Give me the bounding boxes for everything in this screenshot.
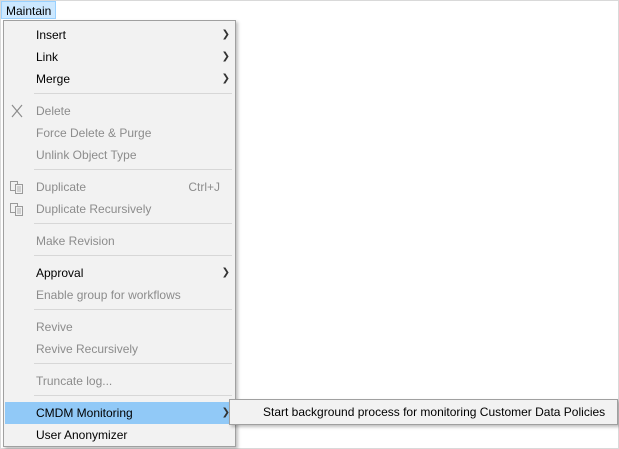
menu-item-delete-label: Delete	[36, 104, 71, 118]
menu-item-revive-recursively[interactable]: Revive Recursively	[5, 338, 234, 360]
menu-item-unlink-object-type[interactable]: Unlink Object Type	[5, 144, 234, 166]
copy-icon	[10, 203, 23, 216]
chevron-right-icon: ❯	[221, 29, 230, 40]
menu-item-force-delete-label: Force Delete & Purge	[36, 126, 152, 140]
menu-item-cmdm-monitoring-label: CMDM Monitoring	[36, 406, 133, 420]
chevron-right-icon: ❯	[221, 51, 230, 62]
menu-item-approval-label: Approval	[36, 266, 84, 280]
menu-item-insert-label: Insert	[36, 28, 67, 42]
menu-item-delete[interactable]: Delete	[5, 100, 234, 122]
chevron-right-icon: ❯	[221, 73, 230, 84]
menu-separator	[34, 363, 232, 364]
menu-item-revive-label: Revive	[36, 320, 73, 334]
submenu-item-start-background-process[interactable]: Start background process for monitoring …	[230, 400, 617, 424]
menu-separator	[34, 255, 232, 256]
menu-item-enable-group-label: Enable group for workflows	[36, 288, 181, 302]
menu-separator	[34, 395, 232, 396]
menu-item-user-anonymizer-label: User Anonymizer	[36, 428, 128, 442]
menu-item-duplicate-recursively[interactable]: Duplicate Recursively	[5, 198, 234, 220]
menu-item-duplicate-recursively-label: Duplicate Recursively	[36, 202, 152, 216]
menu-item-force-delete[interactable]: Force Delete & Purge	[5, 122, 234, 144]
menu-separator	[34, 93, 232, 94]
menu-item-cmdm-monitoring[interactable]: CMDM Monitoring ❯	[5, 402, 234, 424]
menu-item-revive[interactable]: Revive	[5, 316, 234, 338]
menu-item-make-revision[interactable]: Make Revision	[5, 230, 234, 252]
x-icon	[11, 104, 23, 118]
maintain-dropdown-menu: Insert ❯ Link ❯ Merge ❯ Delete Force Del…	[3, 20, 236, 447]
menu-item-truncate-log[interactable]: Truncate log...	[5, 370, 234, 392]
duplicate-shortcut: Ctrl+J	[188, 180, 220, 194]
menu-separator	[34, 223, 232, 224]
menu-maintain-label: Maintain	[6, 4, 52, 18]
menu-separator	[34, 309, 232, 310]
menu-item-insert[interactable]: Insert ❯	[5, 24, 234, 46]
menu-item-link-label: Link	[36, 50, 59, 64]
menu-item-merge[interactable]: Merge ❯	[5, 68, 234, 90]
menu-item-duplicate[interactable]: Duplicate Ctrl+J	[5, 176, 234, 198]
menu-item-merge-label: Merge	[36, 72, 71, 86]
menu-item-make-revision-label: Make Revision	[36, 234, 115, 248]
copy-icon	[10, 181, 23, 194]
menu-item-user-anonymizer[interactable]: User Anonymizer	[5, 424, 234, 446]
menu-item-revive-recursively-label: Revive Recursively	[36, 342, 139, 356]
cmdm-monitoring-submenu: Start background process for monitoring …	[229, 399, 618, 425]
menu-item-link[interactable]: Link ❯	[5, 46, 234, 68]
menu-item-enable-group[interactable]: Enable group for workflows	[5, 284, 234, 306]
menu-maintain[interactable]: Maintain	[1, 1, 57, 19]
submenu-item-start-background-label: Start background process for monitoring …	[263, 405, 606, 419]
menu-item-approval[interactable]: Approval ❯	[5, 262, 234, 284]
menu-item-unlink-object-type-label: Unlink Object Type	[36, 148, 137, 162]
chevron-right-icon: ❯	[221, 267, 230, 278]
menu-separator	[34, 169, 232, 170]
menu-item-truncate-log-label: Truncate log...	[36, 374, 113, 388]
menu-item-duplicate-label: Duplicate	[36, 180, 87, 194]
